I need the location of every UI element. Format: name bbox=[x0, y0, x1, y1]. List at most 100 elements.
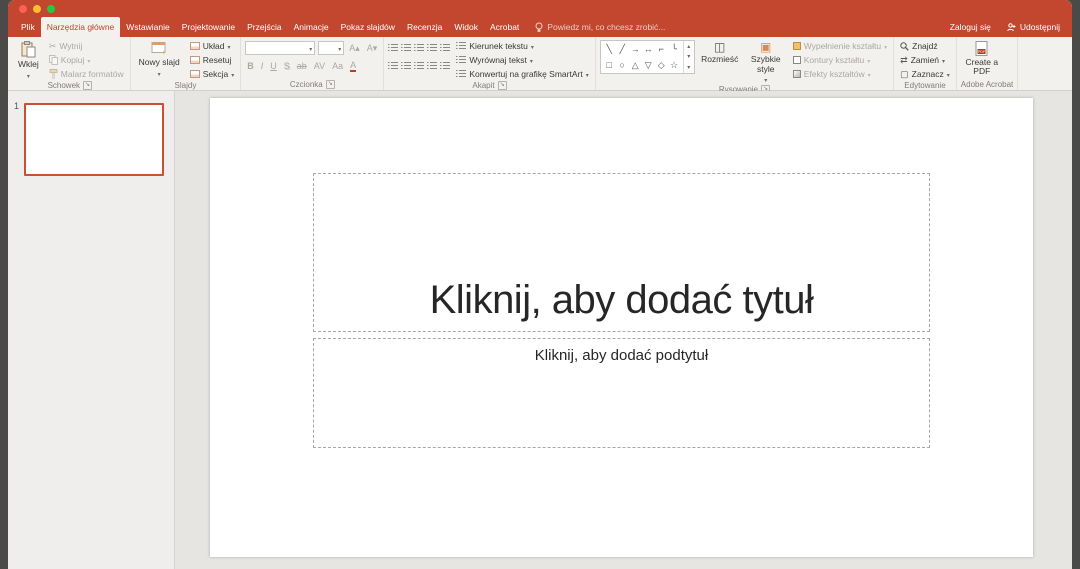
line-spacing-icon[interactable] bbox=[440, 43, 451, 53]
shapes-scroll-up-icon[interactable]: ▴ bbox=[687, 43, 690, 50]
shape-double-arrow-icon[interactable]: ↔ bbox=[644, 44, 653, 54]
shape-line-icon[interactable]: ╲ bbox=[607, 44, 612, 55]
close-window-button[interactable] bbox=[19, 4, 27, 13]
title-placeholder-text: Kliknij, aby dodać tytuł bbox=[429, 278, 814, 322]
shape-effects-button[interactable]: Efekty kształtów bbox=[791, 68, 889, 80]
bullets-icon[interactable] bbox=[388, 43, 399, 53]
new-slide-button[interactable]: Nowy slajd bbox=[135, 40, 184, 79]
shape-arrow-icon[interactable]: → bbox=[631, 44, 640, 54]
shape-triangle-down-icon[interactable]: ▽ bbox=[645, 60, 652, 71]
paste-button[interactable]: Wklej bbox=[14, 40, 43, 81]
shapes-gallery-scrollbar[interactable]: ▴ ▾ ▾ bbox=[682, 41, 694, 73]
text-shadow-button[interactable]: S bbox=[282, 61, 292, 71]
sign-in-button[interactable]: Zaloguj się bbox=[950, 22, 991, 32]
create-pdf-button[interactable]: PDF Create a PDF bbox=[961, 40, 1003, 78]
shapes-scroll-down-icon[interactable]: ▾ bbox=[687, 53, 690, 60]
slide-thumbnail-selected[interactable] bbox=[24, 103, 164, 176]
shape-outline-button[interactable]: Kontury kształtu bbox=[791, 54, 889, 66]
text-direction-button[interactable]: Kierunek tekstu bbox=[454, 40, 590, 52]
paste-dropdown-arrow[interactable] bbox=[27, 70, 30, 80]
shape-ellipse-icon[interactable]: ○ bbox=[620, 60, 625, 70]
tab-home[interactable]: Narzędzia główne bbox=[40, 17, 121, 37]
bold-button[interactable]: B bbox=[245, 61, 256, 71]
arrange-button[interactable]: ◫ Rozmieść bbox=[699, 40, 741, 66]
title-placeholder[interactable]: Kliknij, aby dodać tytuł bbox=[313, 173, 930, 332]
clipboard-dialog-launcher-icon[interactable] bbox=[83, 81, 93, 90]
slides-group-label: Slajdy bbox=[174, 80, 197, 90]
quick-styles-dropdown-arrow bbox=[764, 75, 767, 85]
shape-star-icon[interactable]: ☆ bbox=[670, 60, 678, 71]
align-text-button[interactable]: Wyrównaj tekst bbox=[454, 54, 590, 66]
font-color-swatch bbox=[350, 70, 357, 72]
new-slide-icon bbox=[151, 42, 166, 55]
font-size-combo[interactable] bbox=[318, 41, 345, 55]
shape-line2-icon[interactable]: ╱ bbox=[620, 44, 625, 55]
zoom-window-button[interactable] bbox=[47, 4, 55, 13]
shape-curve-icon[interactable]: ╰ bbox=[672, 44, 677, 55]
slide-editing-surface[interactable]: Kliknij, aby dodać tytuł Kliknij, aby do… bbox=[210, 98, 1033, 557]
convert-smartart-button[interactable]: Konwertuj na grafikę SmartArt bbox=[454, 68, 590, 80]
tab-acrobat[interactable]: Acrobat bbox=[484, 17, 525, 37]
italic-button[interactable]: I bbox=[259, 61, 266, 71]
font-dialog-launcher-icon[interactable] bbox=[325, 79, 335, 89]
arrange-icon: ◫ bbox=[714, 40, 726, 54]
tab-view[interactable]: Widok bbox=[448, 17, 484, 37]
tab-review[interactable]: Recenzja bbox=[401, 17, 448, 37]
strikethrough-button[interactable]: ab bbox=[295, 61, 309, 71]
tab-slideshow[interactable]: Pokaz slajdów bbox=[335, 17, 401, 37]
svg-text:PDF: PDF bbox=[978, 50, 986, 54]
select-button[interactable]: ▢ Zaznacz bbox=[898, 68, 952, 80]
replace-button[interactable]: ⇄ Zamień bbox=[898, 54, 952, 66]
grow-font-button[interactable]: A▴ bbox=[347, 43, 362, 54]
format-painter-icon bbox=[49, 69, 58, 79]
columns-icon[interactable] bbox=[440, 61, 451, 71]
paragraph-dialog-launcher-icon[interactable] bbox=[497, 80, 507, 90]
shape-fill-icon bbox=[792, 42, 801, 50]
font-name-combo[interactable] bbox=[245, 41, 316, 55]
find-button[interactable]: Znajdź bbox=[898, 40, 952, 52]
tab-transitions[interactable]: Przejścia bbox=[241, 17, 287, 37]
new-slide-dropdown-arrow[interactable] bbox=[158, 68, 161, 78]
shape-triangle-icon[interactable]: △ bbox=[632, 60, 639, 71]
editing-canvas[interactable]: Kliknij, aby dodać tytuł Kliknij, aby do… bbox=[175, 91, 1072, 569]
change-case-button[interactable]: Aa bbox=[330, 61, 345, 71]
shape-fill-button[interactable]: Wypełnienie kształtu bbox=[791, 40, 889, 52]
section-button[interactable]: Sekcja bbox=[188, 68, 237, 80]
justify-icon[interactable] bbox=[427, 61, 438, 71]
quick-styles-button[interactable]: ▣ Szybkie style bbox=[745, 40, 787, 85]
increase-indent-icon[interactable] bbox=[427, 43, 438, 53]
shape-diamond-icon[interactable]: ◇ bbox=[658, 60, 665, 71]
align-center-icon[interactable] bbox=[401, 61, 412, 71]
layout-button[interactable]: Układ bbox=[188, 40, 237, 52]
font-color-button[interactable]: A bbox=[348, 60, 358, 72]
align-left-icon[interactable] bbox=[388, 61, 399, 71]
group-editing: Znajdź ⇄ Zamień ▢ Zaznacz Edytowanie bbox=[894, 37, 957, 90]
shapes-gallery[interactable]: ╲ ╱ → ↔ ⌐ ╰ □ ○ △ ▽ ◇ ☆ ▴ ▾ ▾ bbox=[599, 40, 695, 74]
tab-design[interactable]: Projektowanie bbox=[176, 17, 241, 37]
minimize-window-button[interactable] bbox=[33, 4, 41, 13]
macos-title-bar bbox=[8, 0, 1072, 17]
format-painter-button[interactable]: Malarz formatów bbox=[47, 68, 126, 80]
reset-button[interactable]: Resetuj bbox=[188, 54, 237, 66]
copy-button[interactable]: Kopiuj bbox=[47, 54, 126, 66]
underline-button[interactable]: U bbox=[268, 61, 279, 71]
group-clipboard: Wklej ✂ Wytnij Kopiuj bbox=[10, 37, 131, 90]
tab-file[interactable]: Plik bbox=[15, 17, 41, 37]
tell-me-search[interactable]: Powiedz mi, co chcesz zrobić... bbox=[535, 17, 665, 37]
shape-rectangle-icon[interactable]: □ bbox=[607, 60, 612, 70]
numbering-icon[interactable] bbox=[401, 43, 412, 53]
shrink-font-button[interactable]: A▾ bbox=[365, 43, 380, 54]
subtitle-placeholder[interactable]: Kliknij, aby dodać podtytuł bbox=[313, 338, 930, 448]
character-spacing-button[interactable]: AV bbox=[312, 61, 327, 71]
slide-thumbnail-panel[interactable]: 1 bbox=[8, 91, 175, 569]
tab-animations[interactable]: Animacje bbox=[288, 17, 335, 37]
shape-effects-icon bbox=[792, 70, 801, 78]
cut-icon: ✂ bbox=[48, 40, 57, 51]
cut-button[interactable]: ✂ Wytnij bbox=[47, 40, 126, 52]
shape-elbow-icon[interactable]: ⌐ bbox=[659, 44, 664, 54]
shapes-gallery-more-icon[interactable]: ▾ bbox=[687, 64, 690, 71]
decrease-indent-icon[interactable] bbox=[414, 43, 425, 53]
tab-insert[interactable]: Wstawianie bbox=[120, 17, 175, 37]
share-button[interactable]: Udostępnij bbox=[1007, 22, 1060, 32]
align-right-icon[interactable] bbox=[414, 61, 425, 71]
